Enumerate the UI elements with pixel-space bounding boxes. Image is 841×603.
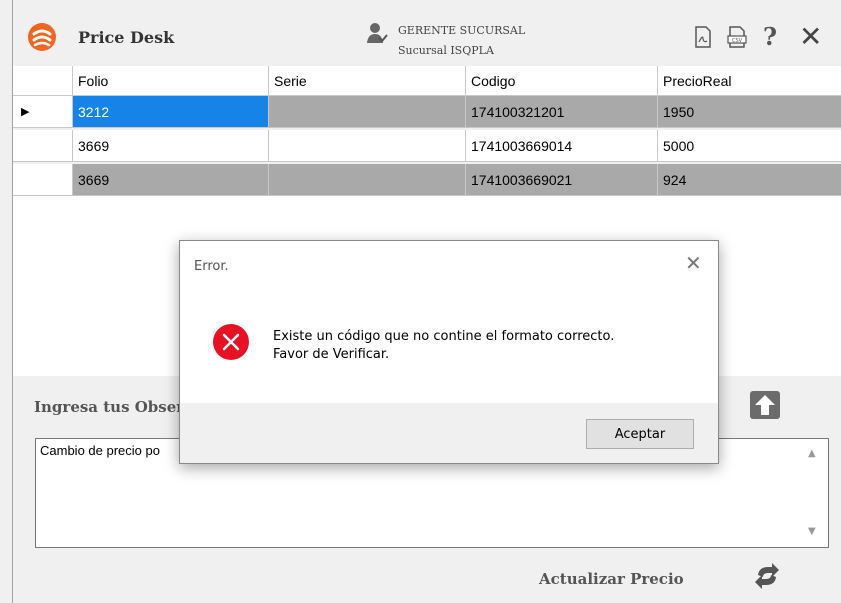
observations-label: Ingresa tus Obser [34,398,185,416]
cell-codigo[interactable]: 1741003669014 [466,130,658,162]
dialog-message-line-2: Favor de Verificar. [273,347,390,362]
products-grid: Folio Serie Codigo PrecioReal ▶ 3212 174… [13,66,841,196]
table-row[interactable]: ▶ 3212 174100321201 1950 [13,96,841,128]
table-row[interactable]: 3669 1741003669014 5000 [13,130,841,162]
price-desk-logo-icon [28,23,56,51]
cell-serie[interactable] [269,130,466,162]
cell-precio-real[interactable]: 924 [658,164,841,196]
user-check-icon [367,23,388,43]
upload-arrow-icon[interactable] [749,390,781,420]
pdf-icon[interactable] [694,26,712,48]
dialog-close-icon[interactable]: ✕ [685,253,702,273]
textarea-scroll-down-icon[interactable]: ▼ [808,526,816,537]
column-header-folio[interactable]: Folio [73,66,269,96]
grid-header-row: Folio Serie Codigo PrecioReal [13,66,841,96]
textarea-scroll-up-icon[interactable]: ▲ [808,448,816,459]
cell-folio[interactable]: 3669 [73,164,269,196]
cell-precio-real[interactable]: 5000 [658,130,841,162]
row-selector[interactable] [13,130,73,162]
dialog-message-line-1: Existe un código que no contine el forma… [273,329,615,344]
update-price-label[interactable]: Actualizar Precio [539,570,684,588]
close-window-icon[interactable]: ✕ [799,23,822,51]
error-icon [213,324,249,360]
accept-button[interactable]: Aceptar [586,419,694,449]
dialog-footer: Aceptar [180,403,718,463]
cell-serie[interactable] [269,96,466,128]
dialog-title: Error. [194,259,229,274]
cell-folio[interactable]: 3669 [73,130,269,162]
svg-text:CSV: CSV [732,38,743,44]
cell-serie[interactable] [269,164,466,196]
cell-folio[interactable]: 3212 [73,96,269,128]
row-selector-indicator[interactable]: ▶ [13,96,73,128]
help-icon[interactable]: ? [763,25,777,49]
user-branch-label: Sucursal ISQPLA [398,44,494,57]
csv-export-icon[interactable]: CSV [727,26,747,48]
error-dialog: Error. ✕ Existe un código que no contine… [179,240,719,464]
user-role-label: GERENTE SUCURSAL [398,24,526,37]
app-header: Price Desk GERENTE SUCURSAL Sucursal ISQ… [13,0,841,66]
cell-codigo[interactable]: 174100321201 [466,96,658,128]
cell-codigo[interactable]: 1741003669021 [466,164,658,196]
column-header-precio-real[interactable]: PrecioReal [658,66,841,96]
column-header-codigo[interactable]: Codigo [466,66,658,96]
column-header-serie[interactable]: Serie [269,66,466,96]
table-row[interactable]: 3669 1741003669021 924 [13,164,841,196]
app-title: Price Desk [78,28,175,47]
row-header-corner [13,66,73,96]
cell-precio-real[interactable]: 1950 [658,96,841,128]
refresh-icon[interactable] [753,562,781,590]
row-selector[interactable] [13,164,73,196]
